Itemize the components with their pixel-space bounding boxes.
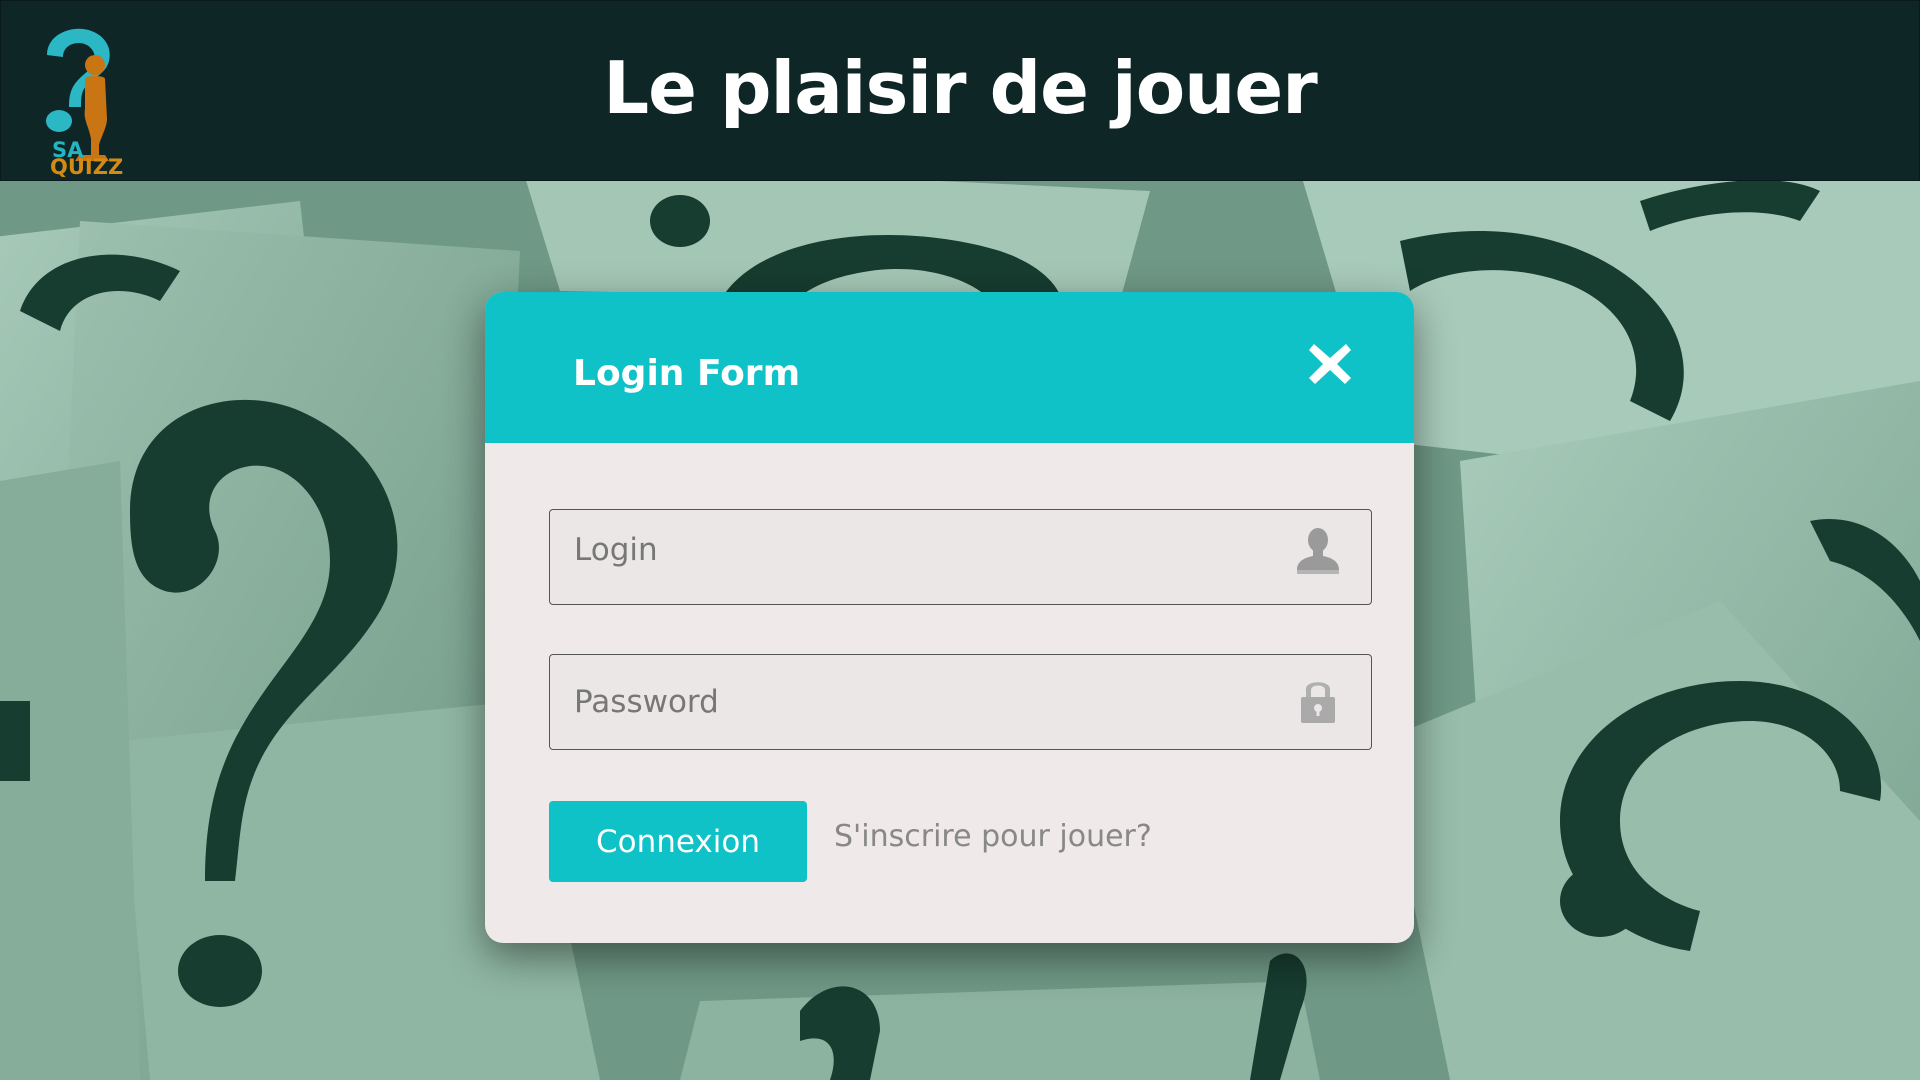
password-input[interactable] [550,655,1371,749]
login-modal: Login Form Connexion S'i [485,292,1414,943]
app-header: SA QUIZZ Le plaisir de jouer [0,0,1920,181]
modal-header: Login Form [485,292,1414,443]
close-icon [1309,344,1351,384]
close-button[interactable] [1304,338,1356,390]
password-field [549,654,1372,750]
page-title: Le plaisir de jouer [603,46,1318,130]
lock-icon [1295,675,1341,727]
login-input[interactable] [550,510,1371,604]
login-field [549,509,1372,605]
register-link[interactable]: S'inscrire pour jouer? [834,819,1152,855]
user-icon [1295,526,1341,578]
connexion-button[interactable]: Connexion [549,801,807,882]
logo-text-quizz: QUIZZ [50,155,124,179]
modal-title: Login Form [573,353,801,394]
